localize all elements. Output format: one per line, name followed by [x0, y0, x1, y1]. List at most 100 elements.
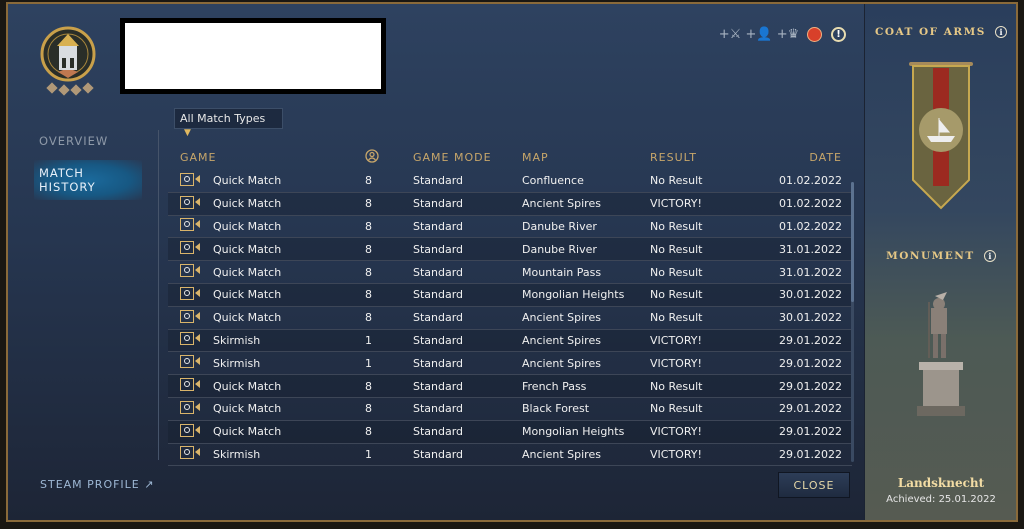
- cell-result: No Result: [650, 265, 703, 279]
- replay-camera-cell[interactable]: [168, 241, 213, 257]
- info-icon[interactable]: i: [995, 26, 1008, 38]
- header-players[interactable]: [343, 148, 413, 166]
- cell-game-mode: Standard: [413, 219, 464, 233]
- header-map[interactable]: MAP: [522, 151, 650, 164]
- cell-game: Skirmish: [213, 333, 261, 347]
- nav-match-history[interactable]: MATCH HISTORY: [34, 160, 142, 200]
- add-party-icon[interactable]: +♛: [777, 24, 800, 44]
- header-date[interactable]: DATE: [760, 151, 842, 164]
- cell-map: Ancient Spires: [522, 197, 601, 211]
- replay-camera-icon: [180, 218, 201, 232]
- table-row[interactable]: Skirmish 1 Standard Ancient Spires VICTORY! 2…: [168, 444, 852, 467]
- replay-camera-cell[interactable]: [168, 423, 213, 440]
- cell-map: Mongolian Heights: [522, 288, 625, 302]
- cell-map: Mongolian Heights: [522, 425, 625, 439]
- block-icon[interactable]: [807, 26, 822, 42]
- cell-map: Confluence: [522, 174, 584, 188]
- cell-players: 1: [365, 356, 372, 370]
- external-link-icon: ↗: [144, 478, 155, 491]
- cell-date: 31.01.2022: [779, 265, 842, 279]
- cell-game: Quick Match: [213, 288, 282, 302]
- replay-camera-icon: [180, 241, 201, 255]
- monument-name: Landsknecht: [897, 476, 985, 490]
- cell-players: 8: [365, 379, 372, 393]
- cell-result: No Result: [650, 242, 703, 256]
- replay-camera-cell[interactable]: [168, 309, 213, 326]
- replay-camera-icon: [180, 195, 201, 209]
- cell-game-mode: Standard: [413, 425, 464, 439]
- cell-game-mode: Standard: [413, 197, 464, 211]
- replay-camera-cell[interactable]: [168, 172, 213, 189]
- cell-map: Ancient Spires: [522, 333, 601, 347]
- table-row[interactable]: Quick Match 8 Standard Danube River No Resul…: [168, 238, 852, 262]
- cell-game: Quick Match: [213, 311, 282, 325]
- cell-map: Danube River: [522, 242, 597, 256]
- cell-date: 31.01.2022: [779, 242, 842, 256]
- replay-camera-cell[interactable]: [168, 400, 213, 417]
- match-type-dropdown[interactable]: All Match Types ▼: [174, 108, 283, 138]
- table-row[interactable]: Quick Match 8 Standard Mongolian Heights VIC…: [168, 420, 852, 444]
- cell-result: No Result: [650, 379, 703, 393]
- header-game[interactable]: GAME: [168, 151, 343, 164]
- cell-players: 8: [365, 311, 372, 325]
- cell-game: Quick Match: [213, 265, 282, 279]
- replay-camera-cell[interactable]: [168, 264, 213, 280]
- table-row[interactable]: Quick Match 8 Standard Ancient Spires VICTOR…: [168, 192, 852, 216]
- table-row[interactable]: Quick Match 8 Standard Ancient Spires No Res…: [168, 307, 852, 330]
- info-icon[interactable]: i: [983, 250, 996, 262]
- cell-map: Mountain Pass: [522, 265, 602, 279]
- cell-date: 29.01.2022: [779, 402, 842, 416]
- cell-game-mode: Standard: [413, 311, 464, 325]
- cell-result: VICTORY!: [650, 447, 702, 461]
- cell-players: 8: [365, 219, 372, 233]
- add-friend-icon[interactable]: +👤: [745, 24, 772, 44]
- cell-players: 1: [365, 333, 372, 347]
- replay-camera-cell[interactable]: [168, 195, 213, 212]
- header-game-mode[interactable]: GAME MODE: [413, 151, 522, 164]
- cell-game: Skirmish: [213, 356, 261, 370]
- replay-camera-cell[interactable]: [168, 378, 213, 394]
- cell-date: 29.01.2022: [779, 425, 842, 439]
- add-sword-icon[interactable]: +⚔: [719, 24, 742, 44]
- match-type-selected: All Match Types: [180, 112, 266, 125]
- cell-game: Skirmish: [213, 447, 261, 461]
- cell-players: 8: [365, 425, 372, 439]
- report-icon[interactable]: !: [831, 26, 846, 42]
- monument-achieved-date: Achieved: 25.01.2022: [886, 494, 996, 505]
- replay-camera-icon: [180, 309, 201, 323]
- table-row[interactable]: Quick Match 8 Standard French Pass No Result…: [168, 375, 852, 398]
- replay-camera-cell[interactable]: [168, 218, 213, 234]
- replay-camera-cell[interactable]: [168, 446, 213, 462]
- cell-map: Ancient Spires: [522, 447, 601, 461]
- table-row[interactable]: Skirmish 1 Standard Ancient Spires VICTORY! 2…: [168, 329, 852, 353]
- redacted-player-name: [120, 18, 386, 94]
- table-row[interactable]: Quick Match 8 Standard Mountain Pass No Resu…: [168, 261, 852, 284]
- cell-players: 8: [365, 265, 372, 279]
- cell-game-mode: Standard: [413, 402, 464, 416]
- replay-camera-cell[interactable]: [168, 286, 213, 303]
- player-rank-emblem-icon: [40, 26, 96, 96]
- cell-game: Quick Match: [213, 197, 282, 211]
- replay-camera-cell[interactable]: [168, 332, 213, 348]
- cell-date: 01.02.2022: [779, 197, 842, 211]
- table-row[interactable]: Quick Match 8 Standard Danube River No Resul…: [168, 216, 852, 239]
- table-row[interactable]: Quick Match 8 Standard Mongolian Heights No …: [168, 283, 852, 307]
- table-row[interactable]: Skirmish 1 Standard Ancient Spires VICTORY! 2…: [168, 352, 852, 376]
- close-button[interactable]: CLOSE: [778, 472, 850, 498]
- cell-game: Quick Match: [213, 379, 282, 393]
- cell-map: Danube River: [522, 219, 597, 233]
- nav-divider: [158, 130, 159, 460]
- steam-profile-link[interactable]: STEAM PROFILE ↗: [40, 478, 154, 491]
- cell-game: Quick Match: [213, 402, 282, 416]
- table-row[interactable]: Quick Match 8 Standard Confluence No Result 0…: [168, 170, 852, 193]
- cell-date: 30.01.2022: [779, 288, 842, 302]
- replay-camera-cell[interactable]: [168, 355, 213, 371]
- table-header: GAME GAME MODE MAP RESULT DATE: [168, 144, 852, 170]
- cell-map: French Pass: [522, 379, 587, 393]
- nav-overview[interactable]: OVERVIEW: [34, 128, 142, 154]
- header-result[interactable]: RESULT: [650, 151, 760, 164]
- replay-camera-icon: [180, 264, 201, 278]
- chevron-down-icon: ▼: [184, 128, 191, 138]
- table-row[interactable]: Quick Match 8 Standard Black Forest No Resul…: [168, 398, 852, 421]
- table-scroll-thumb[interactable]: [851, 182, 854, 302]
